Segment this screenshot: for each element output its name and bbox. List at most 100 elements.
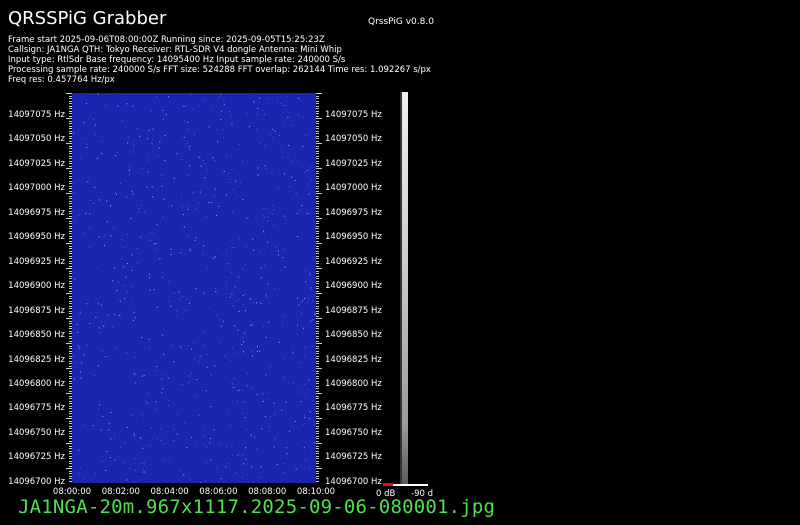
noise-speck xyxy=(260,303,262,305)
noise-speck xyxy=(155,243,157,245)
noise-speck xyxy=(257,167,259,169)
noise-speck xyxy=(92,118,94,120)
freq-label-right: 14097025 Hz xyxy=(325,158,382,169)
noise-speck xyxy=(252,390,254,392)
axis-tick xyxy=(66,293,72,294)
freq-label-right: 14096975 Hz xyxy=(325,207,382,218)
noise-speck xyxy=(206,216,207,218)
noise-speck xyxy=(261,361,263,363)
noise-speck xyxy=(83,122,85,124)
noise-speck xyxy=(165,249,167,251)
noise-speck xyxy=(290,368,292,370)
noise-speck xyxy=(287,157,289,159)
noise-speck xyxy=(243,463,245,465)
info-line-station: Callsign: JA1NGA QTH: Tokyo Receiver: RT… xyxy=(8,45,342,55)
noise-speck xyxy=(147,171,149,173)
noise-speck xyxy=(253,102,255,104)
noise-speck xyxy=(239,182,241,184)
noise-speck xyxy=(218,443,220,445)
noise-speck xyxy=(197,156,199,158)
axis-tick xyxy=(316,298,319,299)
noise-speck xyxy=(139,135,141,137)
noise-speck xyxy=(309,275,311,277)
noise-speck xyxy=(246,125,248,127)
noise-speck xyxy=(90,436,92,438)
noise-speck xyxy=(241,108,243,110)
noise-speck xyxy=(90,404,92,406)
noise-speck xyxy=(265,198,267,200)
noise-speck xyxy=(270,216,272,218)
noise-speck xyxy=(219,96,221,98)
axis-tick xyxy=(69,200,72,202)
noise-speck xyxy=(126,281,128,283)
noise-speck xyxy=(131,190,133,192)
noise-speck xyxy=(180,219,182,221)
noise-speck xyxy=(279,134,280,136)
noise-speck xyxy=(307,170,309,171)
axis-tick xyxy=(316,108,319,109)
noise-speck xyxy=(269,416,271,418)
noise-speck xyxy=(98,199,100,201)
noise-speck xyxy=(214,307,216,309)
noise-speck xyxy=(285,104,287,106)
noise-speck xyxy=(221,365,223,367)
noise-speck xyxy=(230,456,232,458)
noise-speck xyxy=(166,444,168,446)
noise-speck xyxy=(115,126,117,128)
axis-tick xyxy=(316,268,322,269)
axis-tick xyxy=(66,243,72,244)
noise-speck xyxy=(238,198,240,200)
axis-tick xyxy=(316,348,319,349)
noise-speck xyxy=(73,192,75,194)
noise-speck xyxy=(191,372,193,374)
axis-tick xyxy=(316,383,319,384)
noise-speck xyxy=(124,199,126,201)
axis-tick xyxy=(69,140,72,142)
noise-speck xyxy=(242,99,244,101)
noise-speck xyxy=(220,341,222,343)
noise-speck xyxy=(150,231,152,233)
noise-speck xyxy=(87,444,89,446)
axis-tick xyxy=(69,408,72,409)
noise-speck xyxy=(253,436,255,438)
noise-speck xyxy=(139,469,141,471)
axis-tick xyxy=(69,183,72,184)
noise-speck xyxy=(242,401,243,403)
noise-speck xyxy=(112,280,114,282)
noise-speck xyxy=(191,202,193,204)
noise-speck xyxy=(163,243,165,244)
noise-speck xyxy=(291,124,293,126)
noise-speck xyxy=(190,450,192,452)
noise-speck xyxy=(110,438,112,440)
noise-speck xyxy=(207,133,209,135)
noise-speck xyxy=(256,432,258,434)
noise-speck xyxy=(287,117,289,118)
noise-speck xyxy=(273,262,275,264)
noise-speck xyxy=(195,237,197,238)
noise-speck xyxy=(270,478,272,480)
noise-speck xyxy=(283,249,285,251)
noise-speck xyxy=(313,403,315,405)
noise-speck xyxy=(145,128,147,130)
noise-speck xyxy=(216,468,218,470)
axis-tick xyxy=(66,393,72,394)
axis-tick xyxy=(316,398,319,399)
noise-speck xyxy=(255,256,257,258)
noise-speck xyxy=(248,109,250,110)
noise-speck xyxy=(148,338,150,340)
noise-speck xyxy=(298,251,300,253)
freq-label-left: 14097025 Hz xyxy=(8,158,65,169)
freq-label-right: 14096725 Hz xyxy=(325,452,382,463)
noise-speck xyxy=(308,379,310,381)
noise-speck xyxy=(273,209,275,211)
noise-speck xyxy=(131,227,133,229)
axis-tick xyxy=(69,465,72,467)
noise-speck xyxy=(313,398,315,400)
axis-tick xyxy=(66,218,72,219)
noise-speck xyxy=(302,146,304,148)
noise-speck xyxy=(164,159,166,161)
noise-speck xyxy=(164,459,166,461)
noise-speck xyxy=(114,437,116,439)
noise-speck xyxy=(149,289,151,291)
noise-speck xyxy=(297,344,299,346)
